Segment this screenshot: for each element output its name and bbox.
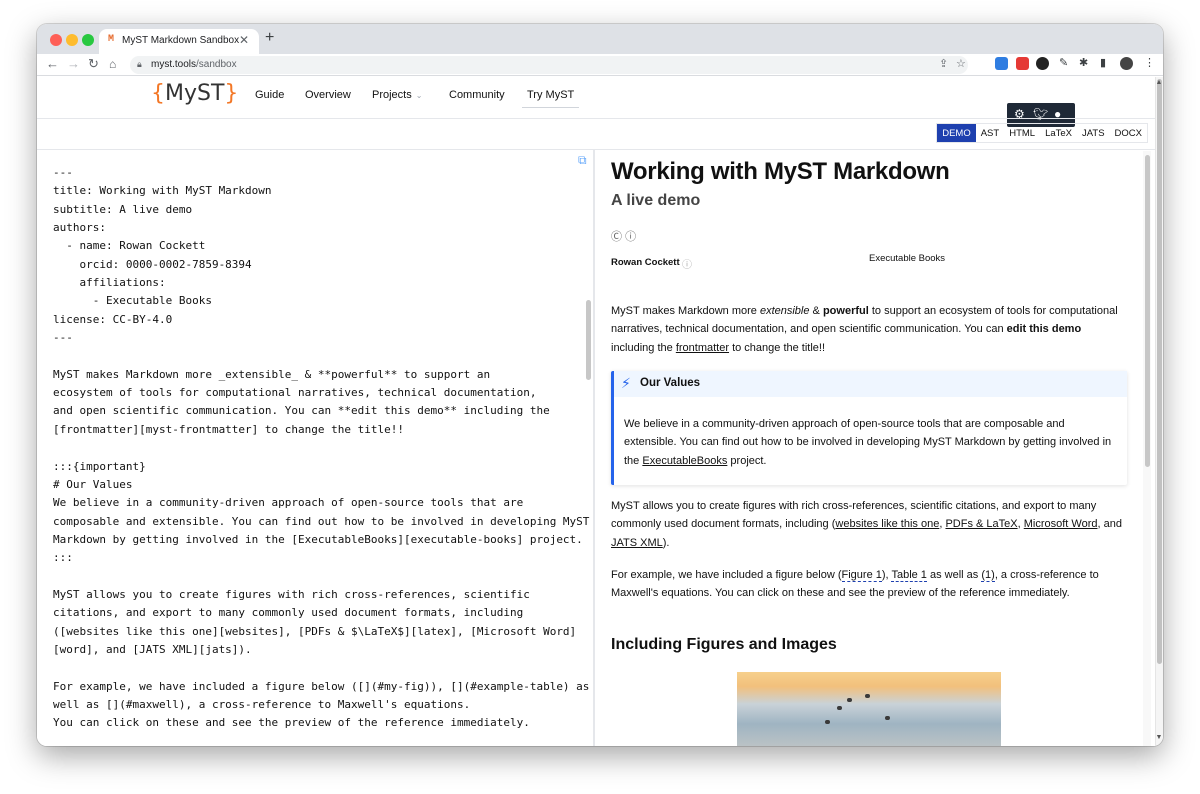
tab-jats[interactable]: JATS xyxy=(1077,124,1110,142)
important-admonition: ⚡︎ Our Values We believe in a community-… xyxy=(611,371,1127,485)
crossref-paragraph: For example, we have included a figure b… xyxy=(611,569,1099,600)
surfers-image xyxy=(737,672,1001,746)
myst-favicon-icon: M xyxy=(108,34,115,45)
address-bar[interactable]: 🔒︎ myst.tools/sandbox ⇪ ☆ xyxy=(130,56,968,74)
profile-avatar[interactable] xyxy=(1120,57,1133,70)
browser-toolbar: ← → ↻ ⌂ 🔒︎ myst.tools/sandbox ⇪ ☆ ✎ ✱ ▮ … xyxy=(37,54,1163,76)
side-panel-icon[interactable]: ▮ xyxy=(1100,56,1106,69)
tab-html[interactable]: HTML xyxy=(1004,124,1040,142)
page: {MyST} Guide Overview Projects ⌄ Communit… xyxy=(37,77,1163,746)
tab-docx[interactable]: DOCX xyxy=(1110,124,1147,142)
tab-strip: M MyST Markdown Sandbox ✕ + xyxy=(37,24,1163,54)
scroll-down-icon[interactable]: ▼ xyxy=(1155,734,1163,741)
frontmatter-link[interactable]: frontmatter xyxy=(676,342,729,354)
surfer-mark xyxy=(825,720,830,724)
browser-menu-icon[interactable]: ⋮ xyxy=(1144,56,1155,69)
back-icon[interactable]: ← xyxy=(46,56,59,72)
intro-paragraph: MyST makes Markdown more extensible & po… xyxy=(611,305,1118,354)
websites-link[interactable]: websites like this one xyxy=(835,518,939,530)
creative-commons-icon[interactable]: Ⓒ xyxy=(611,231,622,243)
license-icons[interactable]: Ⓒ ⓘ xyxy=(611,228,636,244)
scroll-up-icon[interactable]: ▲ xyxy=(1155,79,1163,86)
tab-close-icon[interactable]: ✕ xyxy=(239,33,249,47)
url-text: myst.tools/sandbox xyxy=(151,59,237,70)
myst-logo[interactable]: {MyST} xyxy=(151,81,238,106)
tab-title: MyST Markdown Sandbox xyxy=(122,35,240,46)
close-window-button[interactable] xyxy=(50,34,62,46)
browser-window: M MyST Markdown Sandbox ✕ + ← → ↻ ⌂ 🔒︎ m… xyxy=(37,24,1163,746)
copy-icon[interactable]: ⧉ xyxy=(578,153,587,168)
admonition-title: Our Values xyxy=(640,377,701,389)
preview-pane: Working with MyST Markdown A live demo Ⓒ… xyxy=(595,150,1151,746)
minimize-window-button[interactable] xyxy=(66,34,78,46)
table-ref-link[interactable]: Table 1 xyxy=(891,569,927,582)
home-icon[interactable]: ⌂ xyxy=(109,56,116,72)
page-scrollbar[interactable] xyxy=(1157,79,1162,664)
author-affiliation: Executable Books xyxy=(869,253,946,264)
share-icon[interactable]: ⇪ xyxy=(939,57,948,70)
browser-tab[interactable]: M MyST Markdown Sandbox ✕ xyxy=(99,29,259,54)
surfer-mark xyxy=(865,694,870,698)
editor-scrollbar[interactable] xyxy=(586,300,591,380)
nav-overview[interactable]: Overview xyxy=(305,89,351,101)
nav-projects[interactable]: Projects ⌄ xyxy=(372,89,422,101)
maximize-window-button[interactable] xyxy=(82,34,94,46)
equation-ref-link[interactable]: (1) xyxy=(981,569,995,582)
surfer-mark xyxy=(837,706,842,710)
forward-icon[interactable]: → xyxy=(67,56,80,72)
bookmark-star-icon[interactable]: ☆ xyxy=(956,57,966,70)
nav-community[interactable]: Community xyxy=(449,89,505,101)
word-link[interactable]: Microsoft Word xyxy=(1024,518,1098,530)
reload-icon[interactable]: ↻ xyxy=(88,56,99,72)
surfer-mark xyxy=(847,698,852,702)
attribution-icon[interactable]: ⓘ xyxy=(625,231,636,243)
extension-puzzle-blue-icon[interactable] xyxy=(995,57,1008,70)
extension-pen-icon[interactable]: ✎ xyxy=(1059,56,1068,69)
chevron-down-icon: ⌄ xyxy=(415,91,423,100)
new-tab-icon[interactable]: + xyxy=(265,29,274,47)
lock-icon: 🔒︎ xyxy=(137,59,142,69)
executablebooks-link[interactable]: ExecutableBooks xyxy=(642,455,727,467)
admonition-header: ⚡︎ Our Values xyxy=(614,371,1127,397)
author-name: Rowan Cockett xyxy=(611,257,680,268)
lightning-icon: ⚡︎ xyxy=(621,375,631,391)
extensions-puzzle-icon[interactable]: ✱ xyxy=(1079,56,1088,69)
preview-scrollbar[interactable] xyxy=(1145,155,1150,467)
tab-ast[interactable]: AST xyxy=(976,124,1004,142)
editor-source[interactable]: --- title: Working with MyST Markdown su… xyxy=(53,164,589,733)
nav-active-underline xyxy=(522,107,579,108)
preview-title: Working with MyST Markdown xyxy=(611,158,950,185)
tab-demo[interactable]: DEMO xyxy=(937,124,976,142)
nav-try-myst[interactable]: Try MyST xyxy=(527,89,574,101)
admonition-body: We believe in a community-driven approac… xyxy=(624,418,1112,467)
surfer-mark xyxy=(885,716,890,720)
extension-dark-icon[interactable] xyxy=(1036,57,1049,70)
latex-link[interactable]: PDFs & LaTeX xyxy=(945,518,1017,530)
section-heading: Including Figures and Images xyxy=(611,636,837,653)
format-tabs: DEMO AST HTML LaTeX JATS DOCX xyxy=(936,123,1148,143)
export-paragraph: MyST allows you to create figures with r… xyxy=(611,500,1122,549)
header-divider xyxy=(37,118,1163,119)
figure-ref-link[interactable]: Figure 1 xyxy=(841,569,882,582)
markdown-editor[interactable]: --- title: Working with MyST Markdown su… xyxy=(37,150,593,746)
tab-latex[interactable]: LaTeX xyxy=(1040,124,1077,142)
preview-subtitle: A live demo xyxy=(611,192,701,209)
nav-guide[interactable]: Guide xyxy=(255,89,284,101)
orcid-icon[interactable]: ⓘ xyxy=(682,256,692,271)
jats-link[interactable]: JATS XML xyxy=(611,537,663,549)
extension-red-icon[interactable] xyxy=(1016,57,1029,70)
